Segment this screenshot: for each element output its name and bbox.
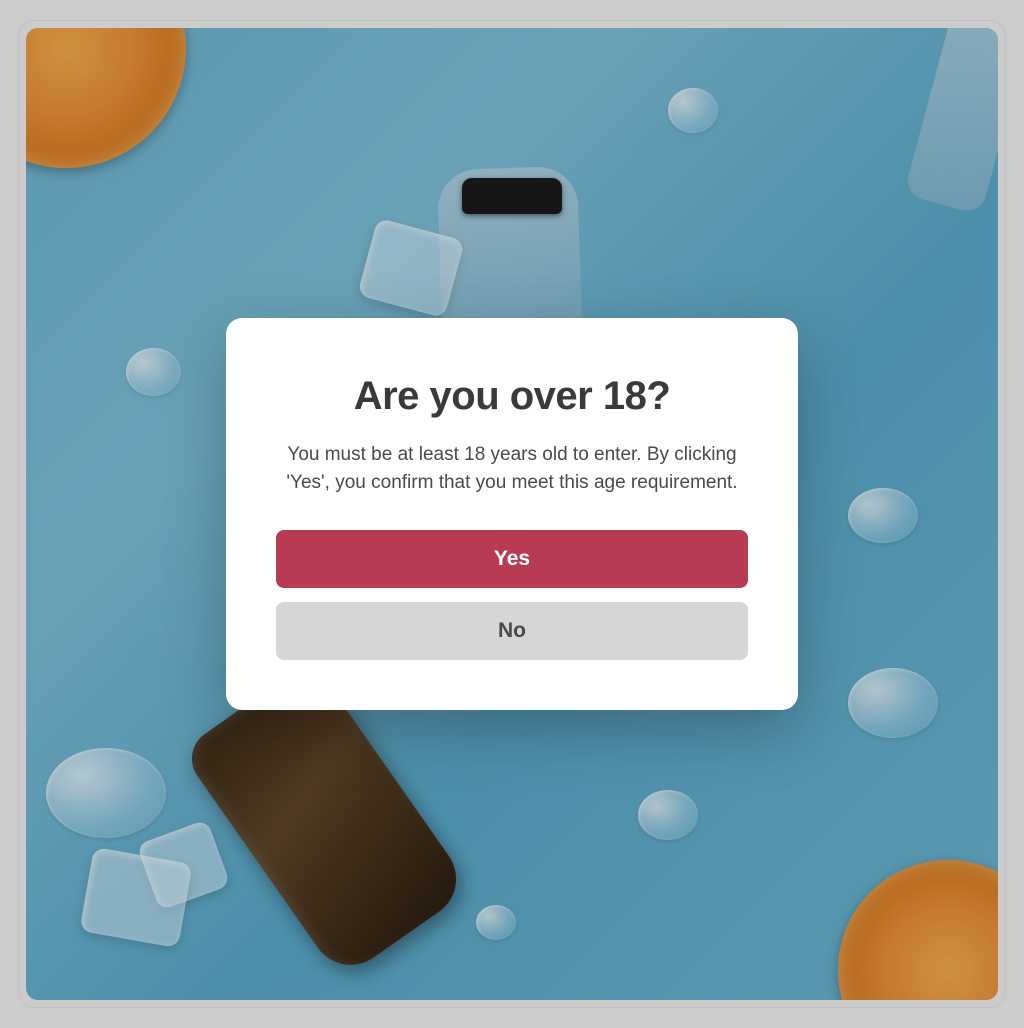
- yes-button[interactable]: Yes: [276, 530, 748, 588]
- bottle-cap-icon: [462, 178, 562, 214]
- age-verification-modal: Are you over 18? You must be at least 18…: [226, 318, 798, 710]
- no-button[interactable]: No: [276, 602, 748, 660]
- age-gate-backdrop: Are you over 18? You must be at least 18…: [26, 28, 998, 1000]
- window-frame: Are you over 18? You must be at least 18…: [18, 20, 1006, 1008]
- modal-title: Are you over 18?: [276, 374, 748, 419]
- ice-cube-icon: [79, 847, 192, 948]
- ice-cube-icon: [357, 218, 465, 319]
- bottle-icon: [903, 28, 998, 215]
- water-droplet-icon: [126, 348, 181, 396]
- modal-body-text: You must be at least 18 years old to ent…: [276, 441, 748, 496]
- orange-slice-icon: [838, 860, 998, 1000]
- water-droplet-icon: [638, 790, 698, 840]
- water-droplet-icon: [476, 905, 516, 940]
- water-droplet-icon: [668, 88, 718, 133]
- water-droplet-icon: [848, 488, 918, 543]
- orange-slice-icon: [26, 28, 186, 168]
- water-droplet-icon: [46, 748, 166, 838]
- ice-cube-icon: [136, 819, 230, 910]
- water-droplet-icon: [848, 668, 938, 738]
